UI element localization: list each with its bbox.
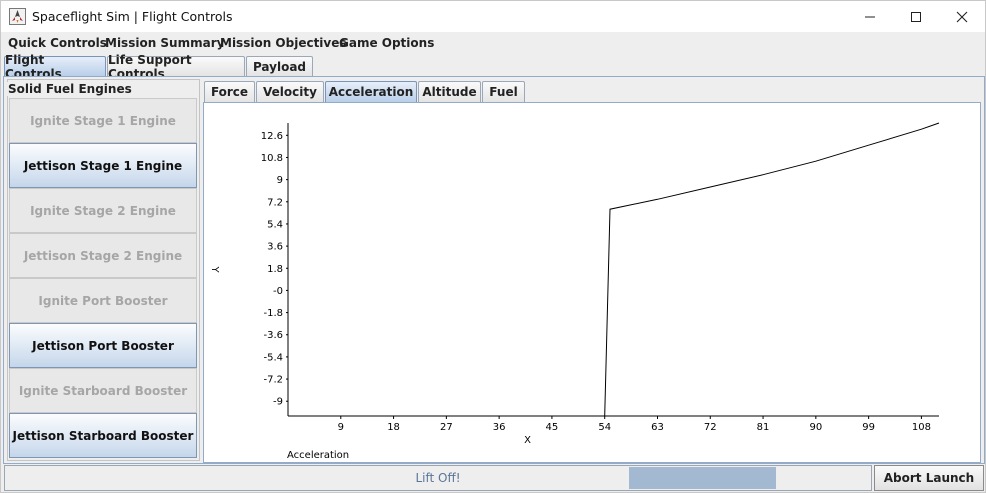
tab-acceleration[interactable]: Acceleration	[325, 81, 417, 102]
engine-group-title: Solid Fuel Engines	[6, 82, 134, 96]
acceleration-chart-panel: 12.6 10.8 9 7.2 5.4 3.6 1.8 -0 -1.8 -3.6 -5.4 -7.2 -…	[203, 102, 981, 463]
series-line-acceleration	[604, 122, 940, 417]
y-tick-label: 5.4	[267, 219, 283, 230]
y-axis-label: Y	[209, 265, 220, 273]
x-tick-label: 63	[651, 422, 664, 433]
y-tick-label: -7.2	[263, 375, 283, 386]
menu-bar: Quick Controls Mission Summary Mission O…	[1, 32, 985, 54]
menu-game-options[interactable]: Game Options	[339, 36, 434, 50]
tab-velocity[interactable]: Velocity	[256, 81, 324, 102]
x-tick-label: 54	[598, 422, 611, 433]
x-tick-label: 36	[493, 422, 506, 433]
x-tick-label: 81	[757, 422, 770, 433]
x-axis-label: X	[524, 435, 531, 446]
x-tick-label: 108	[912, 422, 931, 433]
window-title: Spaceflight Sim | Flight Controls	[32, 9, 233, 24]
tab-payload[interactable]: Payload	[246, 56, 313, 76]
tab-flight-controls[interactable]: Flight Controls	[4, 53, 106, 81]
app-window: Spaceflight Sim | Flight Controls Quick …	[0, 0, 986, 493]
minimize-button[interactable]	[847, 1, 893, 32]
tab-fuel[interactable]: Fuel	[482, 81, 525, 102]
y-tick-label: -5.4	[263, 352, 283, 363]
x-tick-label: 45	[546, 422, 559, 433]
jettison-port-booster-button[interactable]: Jettison Port Booster	[9, 323, 197, 368]
jettison-stage-2-button[interactable]: Jettison Stage 2 Engine	[9, 233, 197, 278]
ignite-starboard-booster-button[interactable]: Ignite Starboard Booster	[9, 368, 197, 413]
spaceship-icon	[9, 8, 26, 25]
y-tick-label: -9	[273, 397, 283, 408]
y-tick-label: 10.8	[261, 153, 283, 164]
tab-force[interactable]: Force	[204, 81, 255, 102]
ignite-stage-1-button[interactable]: Ignite Stage 1 Engine	[9, 98, 197, 143]
maximize-button[interactable]	[893, 1, 939, 32]
menu-quick-controls[interactable]: Quick Controls	[8, 36, 107, 50]
y-tick-label: 1.8	[267, 264, 283, 275]
x-tick-label: 72	[704, 422, 717, 433]
tab-life-support-controls[interactable]: Life Support Controls	[107, 53, 245, 81]
y-tick-label: 12.6	[261, 131, 283, 142]
y-tick-label: -1.8	[263, 308, 283, 319]
jettison-stage-1-button[interactable]: Jettison Stage 1 Engine	[9, 143, 197, 188]
launch-progress-bar: Lift Off!	[4, 465, 872, 491]
x-tick-label: 9	[338, 422, 344, 433]
close-button[interactable]	[939, 1, 985, 32]
x-tick-label: 18	[387, 422, 400, 433]
jettison-starboard-booster-button[interactable]: Jettison Starboard Booster	[9, 413, 197, 458]
menu-mission-summary[interactable]: Mission Summary	[105, 36, 224, 50]
menu-mission-objectives[interactable]: Mission Objectives	[220, 36, 347, 50]
y-tick-label: -3.6	[263, 330, 283, 341]
close-icon	[956, 11, 968, 22]
title-bar: Spaceflight Sim | Flight Controls	[1, 1, 985, 32]
x-tick-label: 99	[862, 422, 875, 433]
y-tick-label: 7.2	[267, 197, 283, 208]
y-tick-label: 3.6	[267, 242, 283, 253]
maximize-icon	[911, 11, 921, 22]
y-tick-label: -0	[273, 286, 283, 297]
x-tick-label: 90	[809, 422, 822, 433]
status-text: Lift Off!	[415, 471, 461, 485]
chart-legend: Acceleration	[287, 450, 349, 461]
minimize-icon	[865, 16, 875, 17]
acceleration-chart: 12.6 10.8 9 7.2 5.4 3.6 1.8 -0 -1.8 -3.6 -5.4 -7.2 -…	[209, 122, 940, 461]
y-tick-label: 9	[277, 175, 283, 186]
tab-altitude[interactable]: Altitude	[418, 81, 481, 102]
ignite-port-booster-button[interactable]: Ignite Port Booster	[9, 278, 197, 323]
abort-launch-button[interactable]: Abort Launch	[874, 465, 984, 491]
ignite-stage-2-button[interactable]: Ignite Stage 2 Engine	[9, 188, 197, 233]
x-tick-label: 27	[440, 422, 453, 433]
